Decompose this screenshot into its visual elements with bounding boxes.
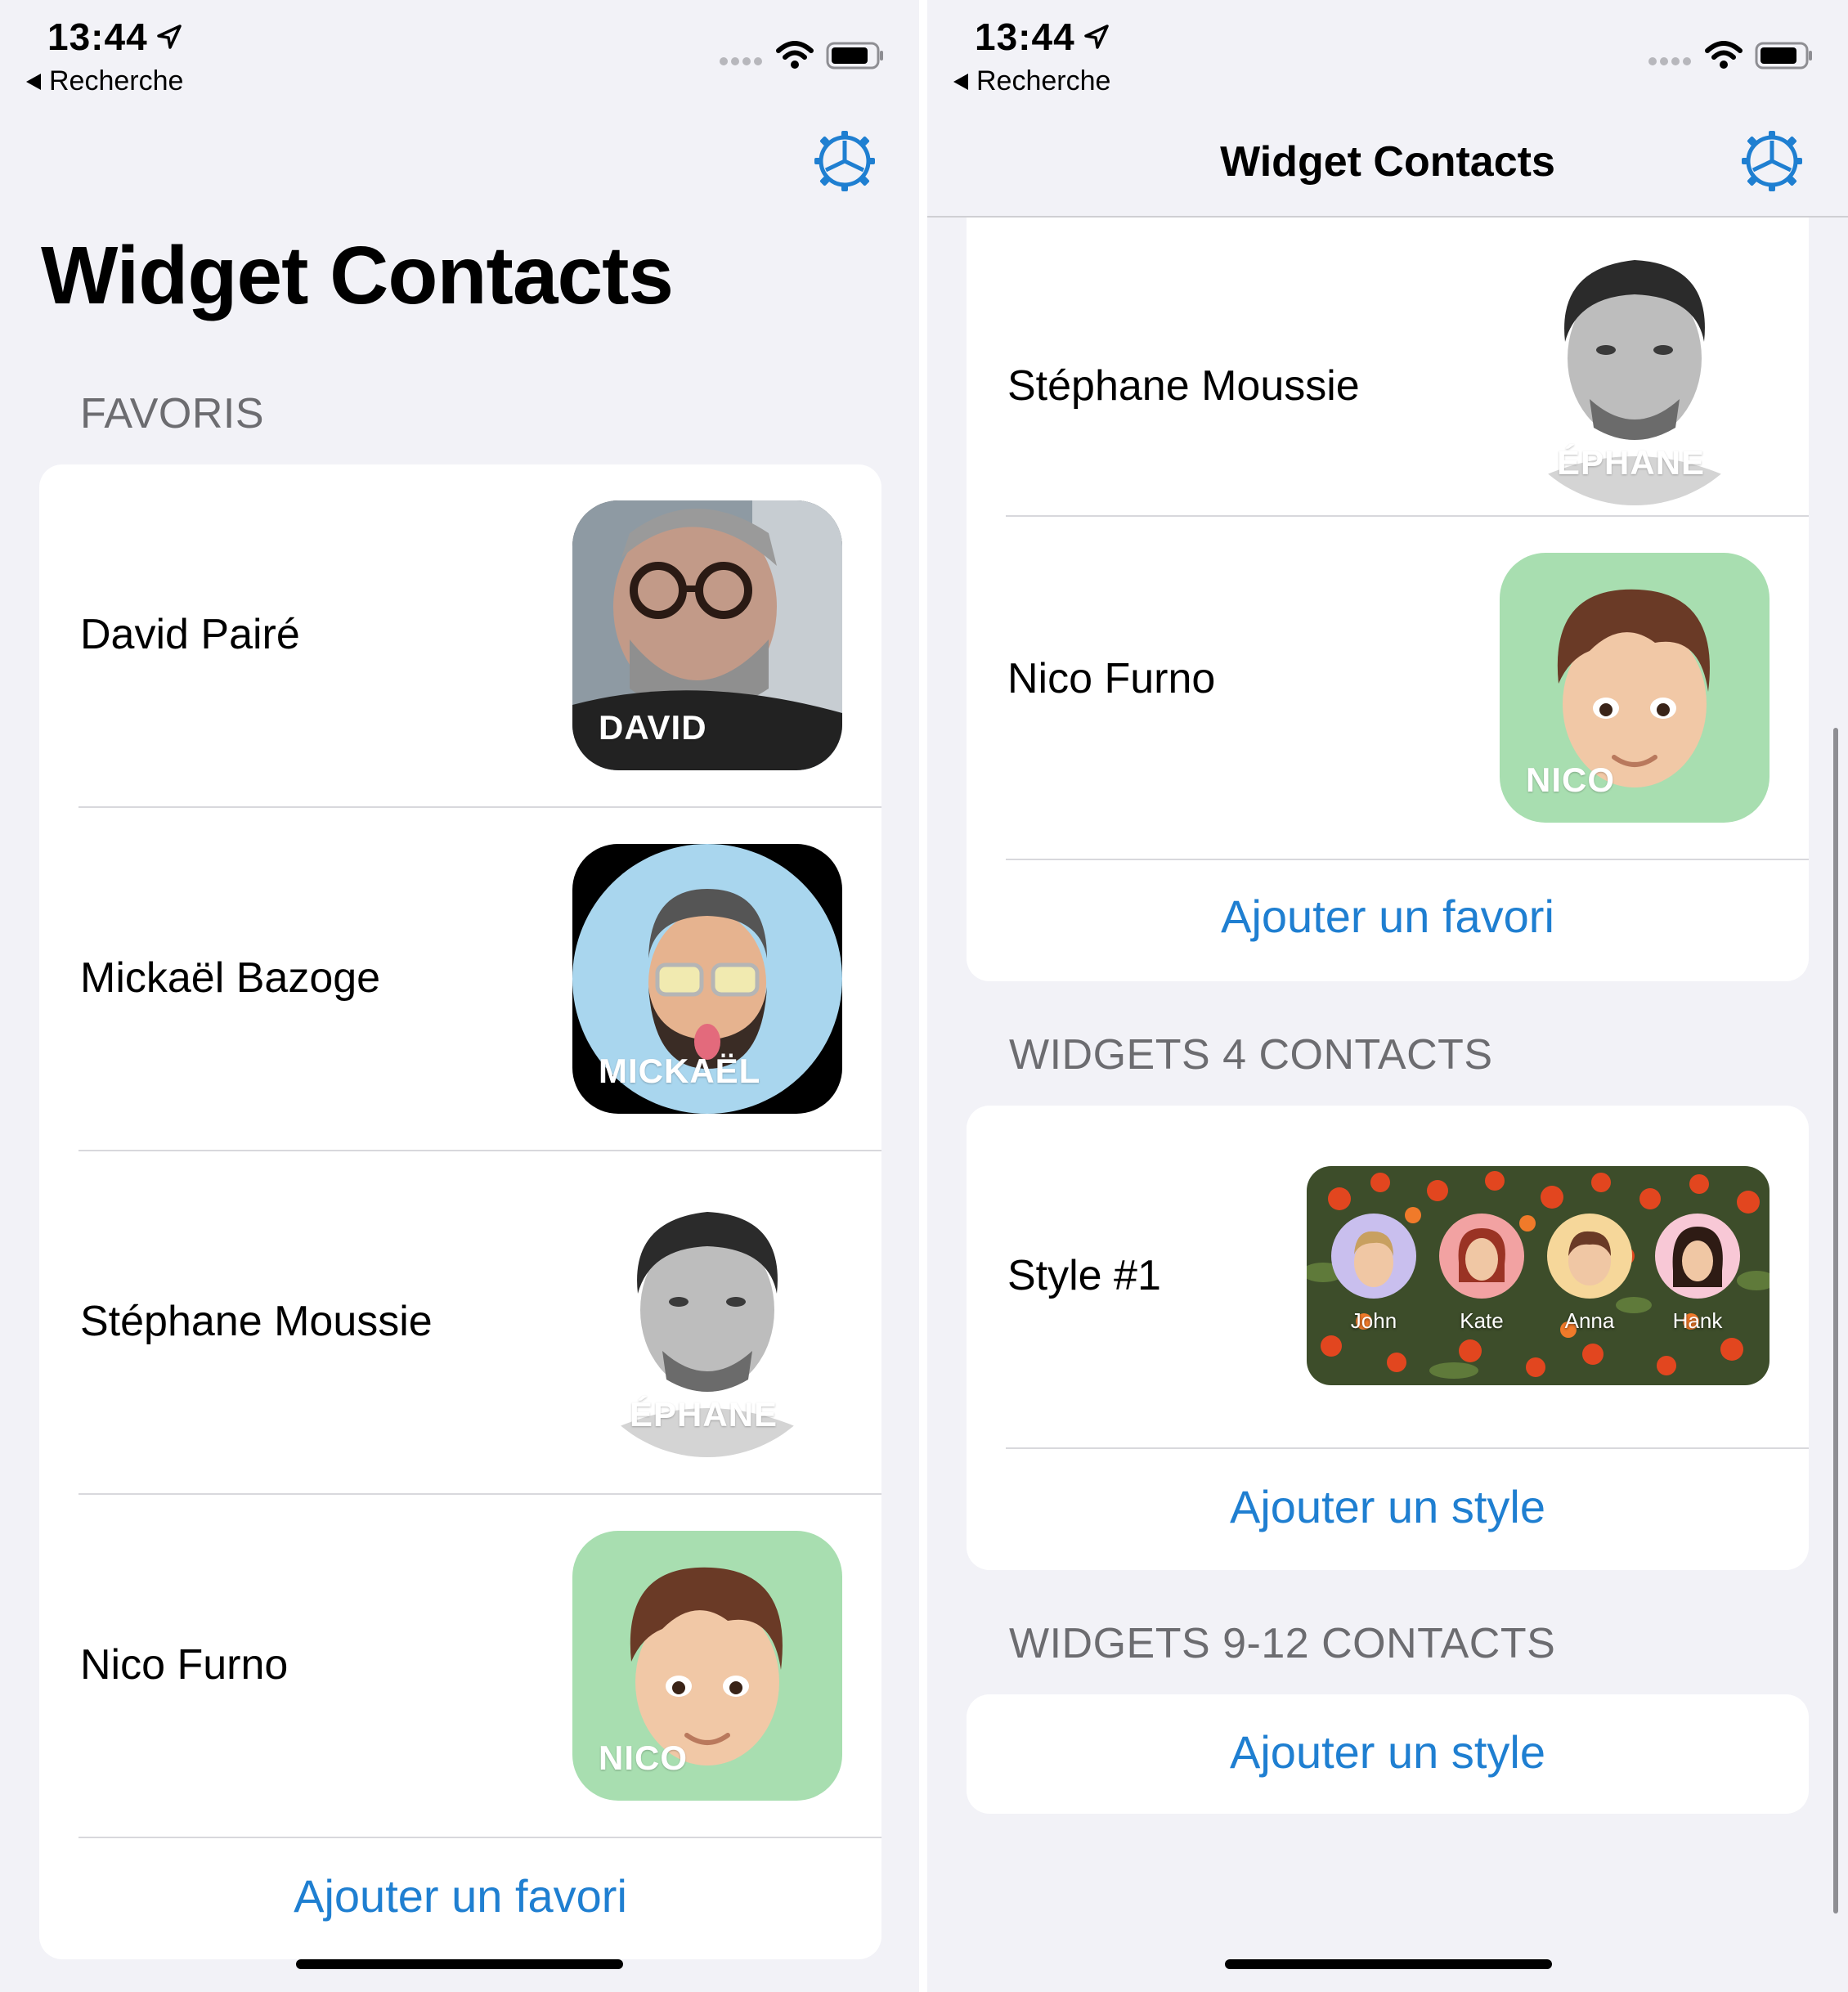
contact-name: Nico Furno — [1007, 655, 1216, 702]
avatar-label: ÉPHANE — [630, 1395, 778, 1433]
favorite-row-david[interactable]: David Pairé DAVID — [39, 464, 881, 808]
wifi-icon — [1705, 41, 1743, 69]
favorites-card: David Pairé DAVID Mickaël Bazoge MICKAËL… — [39, 464, 881, 1959]
row-separator — [1006, 1447, 1809, 1449]
mini-avatar-john — [1331, 1214, 1416, 1299]
cellular-signal-icon — [1648, 57, 1691, 65]
gear-icon[interactable] — [1740, 129, 1804, 193]
contact-name: Stéphane Moussie — [1007, 362, 1360, 410]
favorite-row-nico[interactable]: Nico Furno NICO — [39, 1495, 881, 1838]
nav-title: Widget Contacts — [1220, 138, 1555, 186]
favorites-card: Stéphane Moussie ÉPHANE Nico Furno NICO … — [967, 131, 1809, 981]
avatar-stephane: ÉPHANE — [1500, 236, 1770, 505]
add-favorite-button[interactable]: Ajouter un favori — [967, 890, 1809, 943]
navigation-bar: 13:44 Recherche Widget Contacts — [927, 0, 1848, 218]
widgets-9-12-card: Ajouter un style — [967, 1694, 1809, 1814]
location-arrow-icon — [157, 25, 182, 49]
avatar-mickael: MICKAËL — [572, 844, 842, 1114]
avatar-label: DAVID — [599, 708, 707, 747]
add-style-button[interactable]: Ajouter un style — [967, 1480, 1809, 1533]
style-label: Style #1 — [1007, 1252, 1161, 1299]
contact-name: Mickaël Bazoge — [80, 954, 381, 1002]
location-arrow-icon — [1084, 25, 1109, 49]
section-header-widgets-4: WIDGETS 4 CONTACTS — [1009, 1031, 1493, 1079]
status-time: 13:44 — [975, 16, 1075, 58]
style-preview: John Kate Anna Hank — [1307, 1166, 1770, 1385]
mini-name: Anna — [1564, 1308, 1615, 1333]
avatar-nico: NICO — [572, 1531, 842, 1801]
avatar-nico: NICO — [1500, 553, 1770, 823]
favorite-row-stephane[interactable]: Stéphane Moussie ÉPHANE — [39, 1151, 881, 1495]
style-row-1[interactable]: Style #1 John Kate Anna Hank — [967, 1106, 1809, 1449]
wifi-icon — [776, 41, 814, 69]
contact-name: Nico Furno — [80, 1641, 289, 1689]
mini-name: John — [1350, 1308, 1397, 1333]
cellular-signal-icon — [720, 57, 762, 65]
page-title: Widget Contacts — [41, 230, 674, 321]
back-label: Recherche — [976, 65, 1111, 96]
section-header-favoris: FAVORIS — [80, 390, 265, 437]
avatar-label: NICO — [1526, 760, 1615, 799]
row-separator — [78, 1837, 881, 1838]
favorite-row-mickael[interactable]: Mickaël Bazoge MICKAËL — [39, 808, 881, 1151]
widgets-4-card: Style #1 John Kate Anna Hank Ajouter un … — [967, 1106, 1809, 1570]
battery-icon — [826, 42, 883, 70]
add-style-button-2[interactable]: Ajouter un style — [967, 1725, 1809, 1779]
home-indicator — [1225, 1959, 1552, 1969]
mini-avatar-anna — [1547, 1214, 1632, 1299]
mini-name: Kate — [1460, 1308, 1504, 1333]
right-screen: Stéphane Moussie ÉPHANE Nico Furno NICO … — [927, 0, 1848, 1992]
gear-icon[interactable] — [813, 129, 877, 193]
left-screen: 13:44 Recherche Widget Contacts FAVORIS … — [0, 0, 919, 1992]
contact-name: David Pairé — [80, 611, 300, 658]
mini-avatar-kate — [1439, 1214, 1524, 1299]
back-triangle-icon — [26, 73, 41, 90]
favorite-row-stephane[interactable]: Stéphane Moussie ÉPHANE — [967, 216, 1809, 559]
back-link[interactable]: Recherche — [953, 65, 1110, 97]
add-favorite-button[interactable]: Ajouter un favori — [39, 1869, 881, 1922]
avatar-stephane: ÉPHANE — [572, 1187, 842, 1457]
home-indicator — [296, 1959, 623, 1969]
avatar-label: NICO — [599, 1739, 688, 1777]
scrollbar[interactable] — [1833, 728, 1838, 1913]
battery-icon — [1755, 42, 1812, 70]
avatar-david: DAVID — [572, 500, 842, 770]
avatar-label: MICKAËL — [599, 1052, 761, 1090]
status-time: 13:44 — [47, 16, 148, 58]
back-triangle-icon — [953, 73, 968, 90]
favorite-row-nico[interactable]: Nico Furno NICO — [967, 517, 1809, 860]
back-label: Recherche — [49, 65, 184, 96]
mini-avatar-hank — [1655, 1214, 1740, 1299]
contact-name: Stéphane Moussie — [80, 1298, 433, 1345]
back-link[interactable]: Recherche — [26, 65, 183, 97]
avatar-label: ÉPHANE — [1557, 443, 1706, 482]
screen-divider — [919, 0, 927, 1992]
mini-name: Hank — [1672, 1308, 1723, 1333]
section-header-widgets-9-12: WIDGETS 9-12 CONTACTS — [1009, 1620, 1556, 1667]
row-separator — [1006, 859, 1809, 860]
